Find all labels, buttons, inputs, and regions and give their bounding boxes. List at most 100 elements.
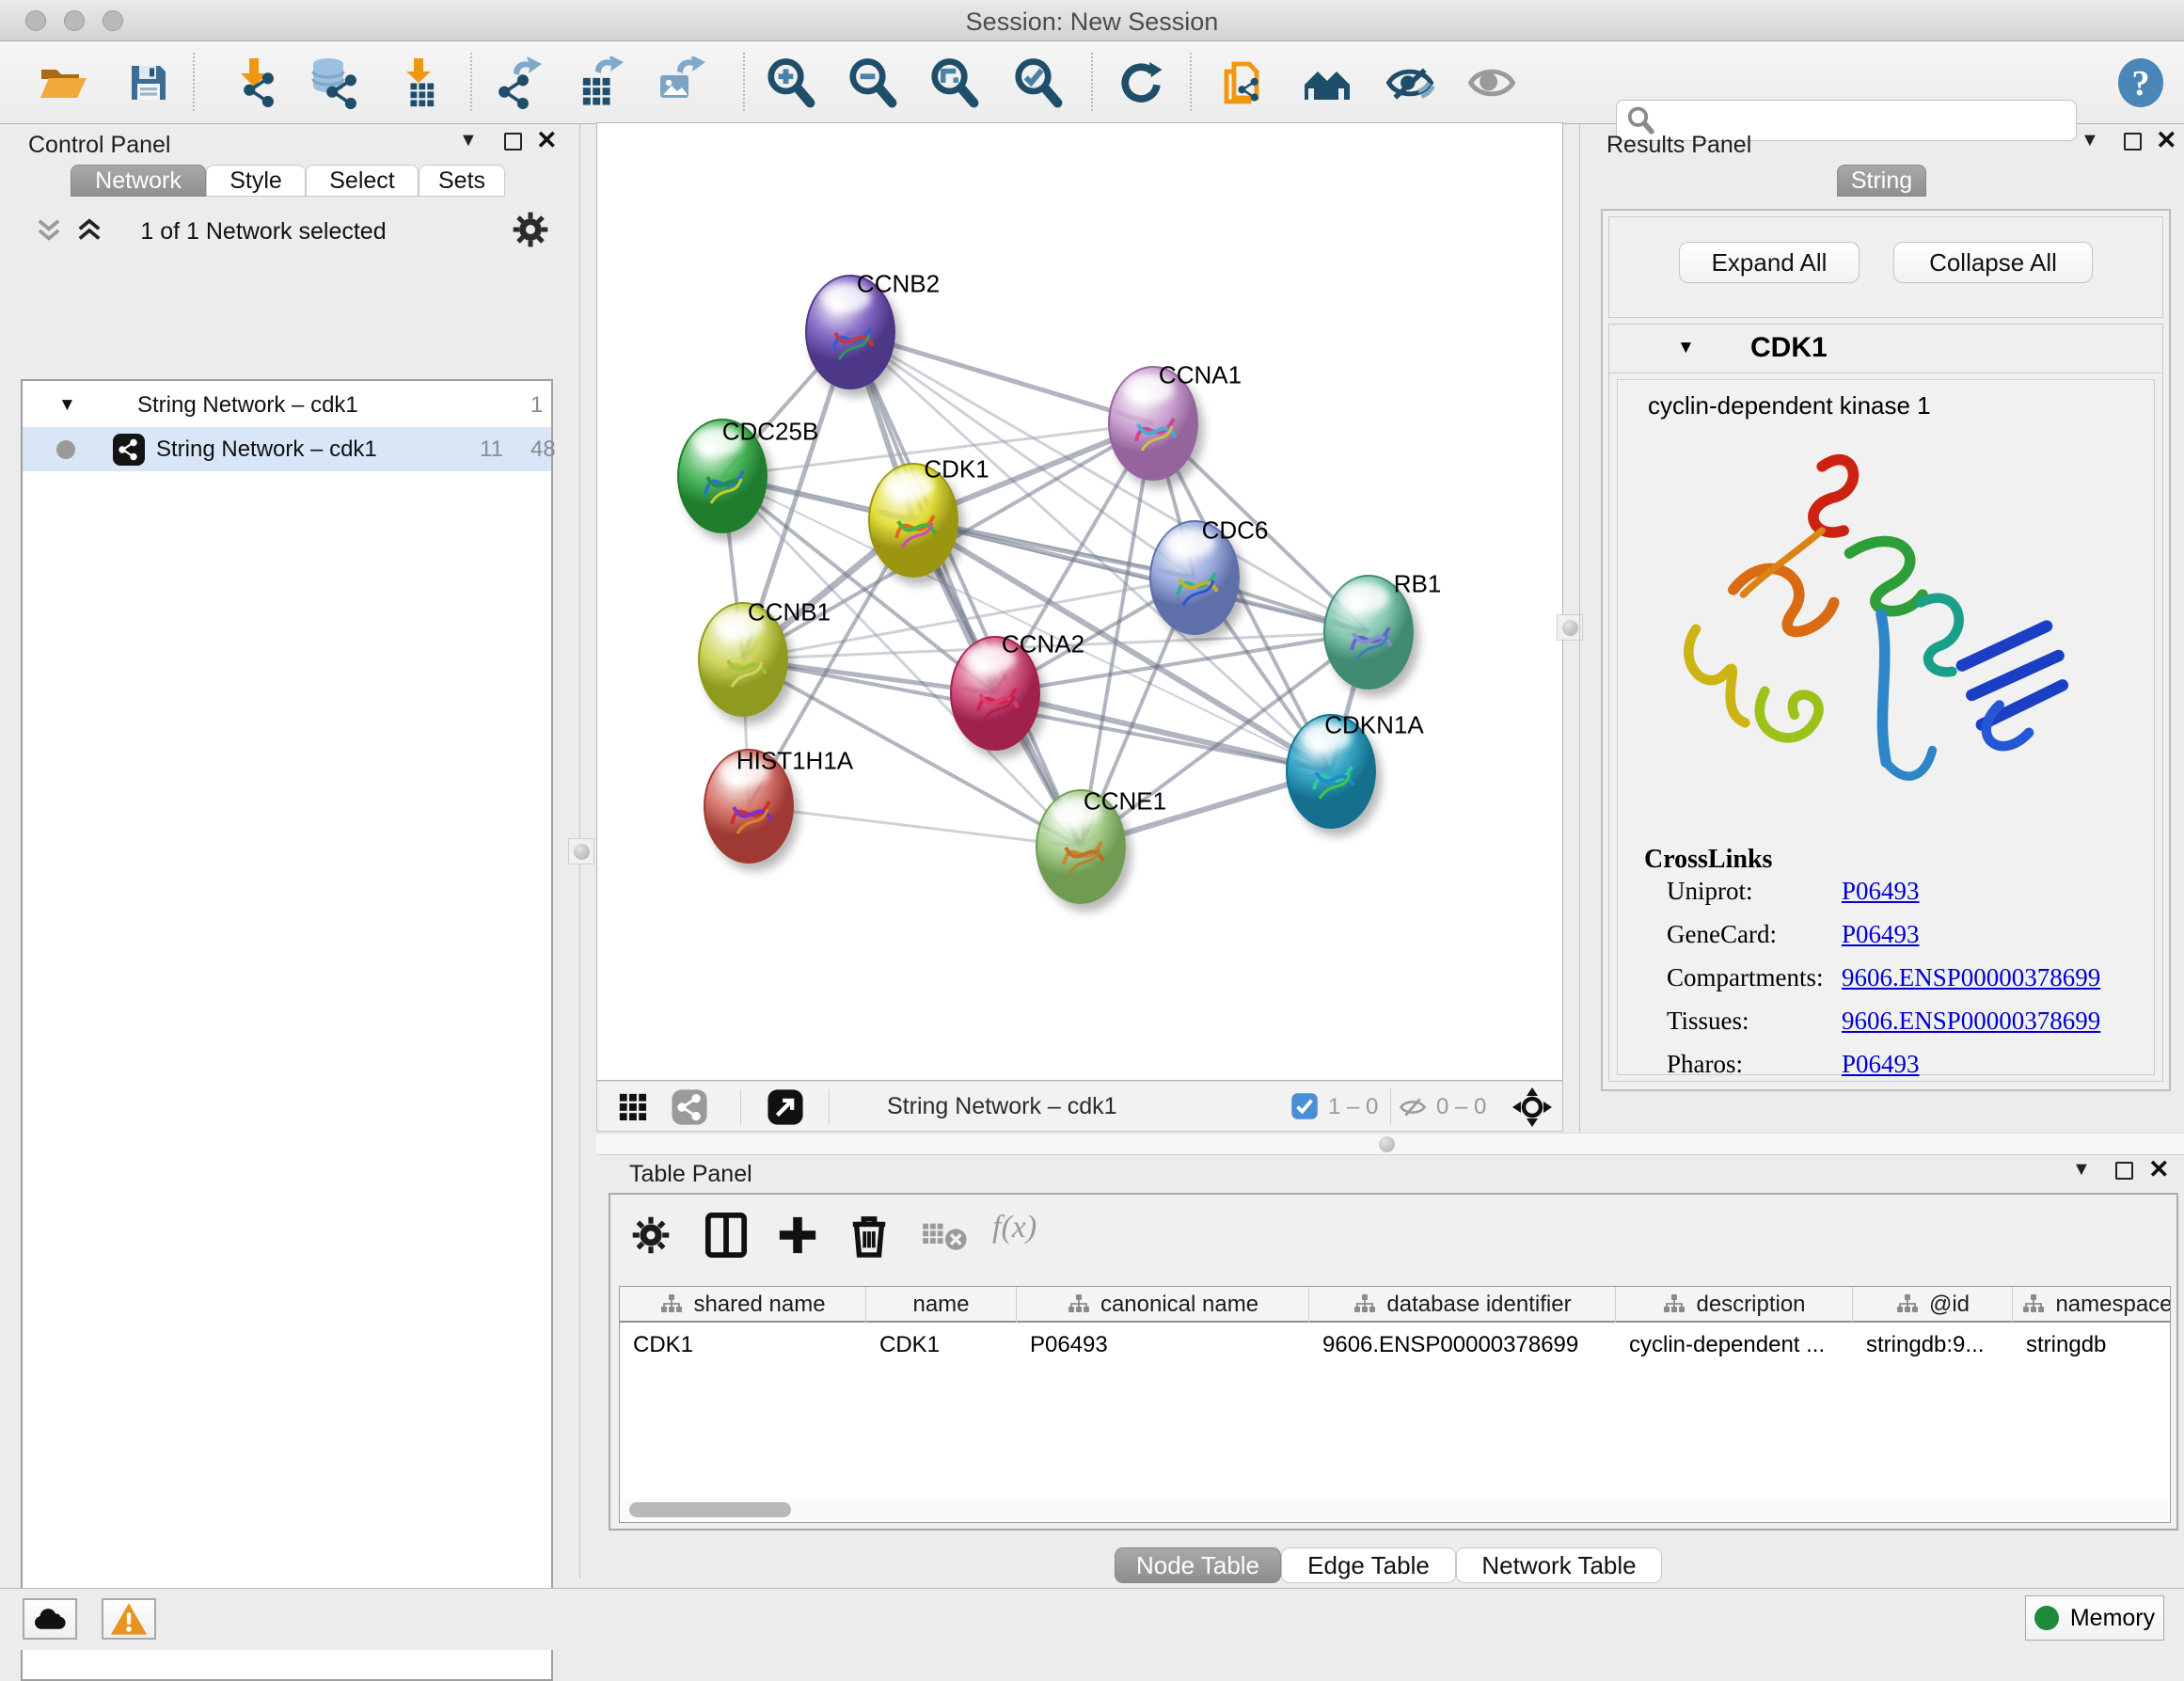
toolbar-separator <box>193 53 195 111</box>
tab-select[interactable]: Select <box>306 165 419 197</box>
table-horizontal-scrollbar[interactable] <box>622 1499 2168 1520</box>
column-header-canonical-name[interactable]: canonical name <box>1017 1287 1309 1323</box>
table-panel-float-icon[interactable] <box>2115 1162 2133 1180</box>
results-panel-close-icon[interactable]: ✕ <box>2156 126 2177 155</box>
export-table-button[interactable] <box>571 55 627 111</box>
column-header--id[interactable]: @id <box>1853 1287 2013 1323</box>
duplicate-network-button[interactable] <box>1215 55 1272 111</box>
tab-network-table[interactable]: Network Table <box>1456 1547 1662 1583</box>
crosslink-link[interactable]: P06493 <box>1842 920 1920 949</box>
table-cell[interactable]: cyclin-dependent ... <box>1616 1324 1853 1366</box>
cloud-button[interactable] <box>23 1598 77 1640</box>
table-panel-collapse-icon[interactable]: ▼ <box>2072 1159 2091 1181</box>
table-cell[interactable]: CDK1 <box>866 1324 1017 1366</box>
network-row-selected[interactable]: String Network – cdk1 11 48 <box>23 427 551 471</box>
table-panel-close-icon[interactable]: ✕ <box>2148 1155 2170 1184</box>
network-canvas[interactable]: CCNB2CCNA1CDC25BCDK1CDC6RB1CCNB1CCNA2CDK… <box>596 122 1563 1081</box>
show-columns-icon[interactable] <box>704 1212 748 1259</box>
crosslink-link[interactable]: P06493 <box>1842 1050 1920 1079</box>
column-header-shared-name[interactable]: shared name <box>620 1287 866 1323</box>
import-network-from-database-button[interactable] <box>306 55 362 111</box>
horizontal-splitter[interactable] <box>596 1133 2184 1155</box>
crosslink-link[interactable]: 9606.ENSP00000378699 <box>1842 1007 2100 1036</box>
tab-string[interactable]: String <box>1837 165 1926 197</box>
protein-structure-thumbnail <box>1303 742 1363 814</box>
control-panel-float-icon[interactable] <box>504 133 522 151</box>
table-settings-gear-icon[interactable] <box>631 1215 671 1255</box>
crosslink-link[interactable]: P06493 <box>1842 877 1920 906</box>
network-collection-row[interactable]: ▼ String Network – cdk1 1 <box>23 383 551 427</box>
zoom-fit-button[interactable] <box>926 55 982 111</box>
node-table[interactable]: shared name namecanonical namedatabase id… <box>619 1286 2171 1523</box>
zoom-out-button[interactable] <box>844 55 900 111</box>
collection-expand-icon[interactable]: ▼ <box>58 395 76 416</box>
table-cell[interactable]: P06493 <box>1017 1324 1309 1366</box>
table-box: f(x) shared namenamecanonical namedataba… <box>609 1193 2178 1530</box>
save-session-button[interactable] <box>120 55 177 111</box>
export-network-button[interactable] <box>489 55 546 111</box>
zoom-in-button[interactable] <box>762 55 818 111</box>
import-network-from-file-button[interactable] <box>227 55 283 111</box>
collapse-all-button[interactable]: Collapse All <box>1893 242 2093 283</box>
fit-content-crosshair-icon[interactable] <box>1512 1087 1552 1127</box>
cloud-icon <box>31 1605 69 1633</box>
network-options-gear-icon[interactable] <box>512 211 549 248</box>
expand-all-button[interactable]: Expand All <box>1679 242 1860 283</box>
tab-network[interactable]: Network <box>71 165 206 197</box>
tab-node-table[interactable]: Node Table <box>1115 1547 1281 1583</box>
column-header-database-identifier[interactable]: database identifier <box>1309 1287 1616 1323</box>
table-cell[interactable]: 9606.ENSP00000378699 <box>1309 1324 1616 1366</box>
left-splitter-handle[interactable] <box>568 838 594 864</box>
open-in-new-window-button[interactable] <box>765 1086 806 1128</box>
results-panel-collapse-icon[interactable]: ▼ <box>2081 130 2099 151</box>
create-column-plus-icon[interactable] <box>776 1213 819 1257</box>
tab-edge-table[interactable]: Edge Table <box>1281 1547 1456 1583</box>
help-button[interactable]: ? <box>2113 55 2169 111</box>
string-tab-icon[interactable] <box>669 1086 710 1128</box>
selected-checkbox-icon[interactable] <box>1290 1092 1319 1120</box>
hidden-count: 0 – 0 <box>1436 1094 1486 1120</box>
tab-style[interactable]: Style <box>206 165 306 197</box>
column-header-description[interactable]: description <box>1616 1287 1853 1323</box>
export-image-button[interactable] <box>653 55 709 111</box>
table-row[interactable]: CDK1CDK1P064939606.ENSP00000378699cyclin… <box>620 1324 2171 1366</box>
tab-sets[interactable]: Sets <box>419 165 505 197</box>
node-label-CCNE1: CCNE1 <box>1084 787 1166 817</box>
open-session-button[interactable] <box>36 55 92 111</box>
node-label-CCNB1: CCNB1 <box>748 598 831 627</box>
node-label-CDK1: CDK1 <box>924 455 989 484</box>
results-panel-float-icon[interactable] <box>2124 133 2142 151</box>
warning-icon <box>110 1602 148 1636</box>
column-header-name[interactable]: name <box>866 1287 1017 1323</box>
network-label: String Network – cdk1 <box>156 436 377 463</box>
toolbar-separator <box>1091 53 1093 111</box>
toolbar-separator <box>1390 1088 1391 1124</box>
import-table-from-file-button[interactable] <box>391 55 448 111</box>
protein-structure-thumbnail <box>1340 603 1401 674</box>
zoom-selected-button[interactable] <box>1009 55 1066 111</box>
column-label: shared name <box>693 1292 825 1318</box>
show-all-button[interactable] <box>1464 55 1520 111</box>
hide-selected-button[interactable] <box>1382 55 1438 111</box>
crosslink-link[interactable]: 9606.ENSP00000378699 <box>1842 963 2100 992</box>
birds-eye-view-button[interactable] <box>612 1086 654 1128</box>
delete-column-trash-icon[interactable] <box>847 1212 891 1259</box>
warning-button[interactable] <box>102 1598 156 1640</box>
node-section-header[interactable]: ▼ CDK1 <box>1609 325 2162 373</box>
column-header-namespace[interactable]: namespace <box>2013 1287 2171 1323</box>
network-view-title: String Network – cdk1 <box>887 1093 1117 1120</box>
scrollbar-thumb[interactable] <box>629 1502 791 1517</box>
table-cell[interactable]: CDK1 <box>620 1324 866 1366</box>
control-panel-collapse-icon[interactable]: ▼ <box>459 130 478 151</box>
table-cell[interactable]: stringdb <box>2013 1324 2171 1366</box>
protein-structure-thumbnail <box>1125 394 1185 466</box>
column-type-icon <box>1662 1293 1686 1316</box>
table-cell[interactable]: stringdb:9... <box>1853 1324 2013 1366</box>
control-panel-close-icon[interactable]: ✕ <box>536 126 558 155</box>
section-collapse-icon[interactable]: ▼ <box>1677 338 1695 358</box>
first-neighbors-button[interactable] <box>1299 55 1355 111</box>
refresh-view-button[interactable] <box>1113 55 1169 111</box>
svg-text:?: ? <box>2132 64 2150 103</box>
control-panel-title: Control Panel <box>28 132 170 159</box>
memory-button[interactable]: Memory <box>2025 1595 2164 1641</box>
